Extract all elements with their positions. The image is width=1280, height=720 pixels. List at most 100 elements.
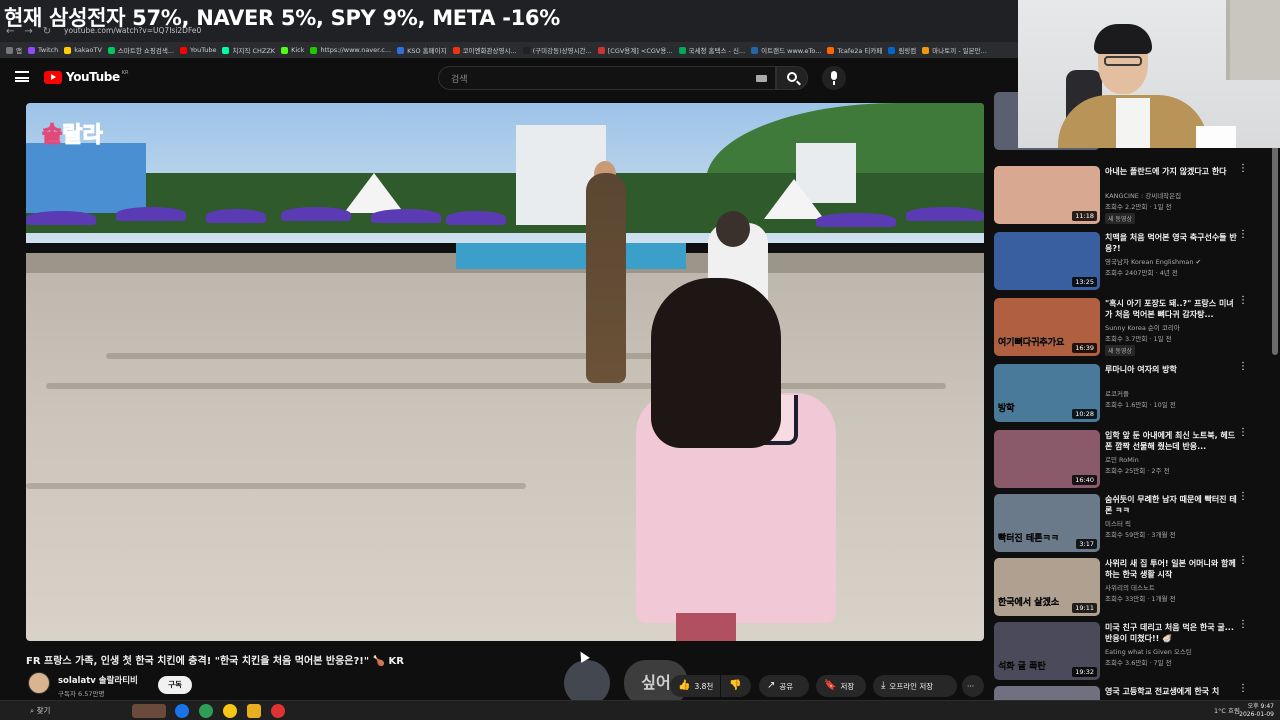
youtube-logo[interactable]: YouTube KR (44, 70, 128, 84)
forward-icon[interactable]: → (24, 26, 32, 37)
video-thumbnail[interactable]: 방학 10:28 (994, 364, 1100, 422)
cam-streamer (1104, 56, 1142, 66)
app-icon[interactable] (223, 704, 237, 718)
bookmark-item[interactable]: 코이엔화관상영시... (452, 45, 517, 55)
video-player[interactable]: 솔랄라 (26, 103, 984, 641)
recommended-channel[interactable]: KANGCINE : 강씨네작은집 (1105, 190, 1181, 200)
video-thumbnail[interactable]: 한국에서 살겠소 19:11 (994, 558, 1100, 616)
more-vert-icon[interactable]: ⋮ (1238, 428, 1248, 438)
bookmark-item[interactable]: 치지직 CHZZK (222, 45, 275, 55)
more-vert-icon[interactable]: ⋮ (1238, 230, 1248, 240)
more-vert-icon[interactable]: ⋮ (1238, 492, 1248, 502)
clock[interactable]: 오후 9:47 2026-01-09 (1239, 703, 1274, 719)
recommended-video[interactable]: 16:40 입학 앞 둔 아내에게 최신 노트북, 헤드폰 깜짝 선물해 줬는데 … (994, 428, 1264, 490)
taskbar-search[interactable]: ⌕ 찾기 (30, 705, 50, 716)
reload-icon[interactable]: ↻ (43, 26, 51, 37)
bookmark-item[interactable]: [CGV용계] <CGV용... (597, 45, 673, 55)
recommended-video[interactable]: 빡터진 테론ㅋㅋ 3:17 숨쉬듯이 무례한 남자 때문에 빡터진 테론 ㅋㅋ ⋮ 미스… (994, 492, 1264, 554)
recommended-channel[interactable]: 미스터 릭 (1105, 518, 1131, 528)
bookmark-item[interactable]: 이트랜드 www.eTo... (751, 45, 821, 55)
bookmark-item[interactable]: Twitch (27, 46, 58, 54)
recommended-title[interactable]: 영국 고등학교 전교생에게 한국 치 (1105, 686, 1239, 697)
bookmark-item[interactable]: Tcafe2a 티카페 (827, 45, 882, 55)
video-thumbnail[interactable]: 빡터진 테론ㅋㅋ 3:17 (994, 494, 1100, 552)
like-count: 3.8천 (694, 681, 714, 691)
recommended-video[interactable]: 13:25 치맥을 처음 먹어본 영국 축구선수들 반응?! ⋮ 영국남자 Korea… (994, 230, 1264, 292)
recommended-title[interactable]: 숨쉬듯이 무례한 남자 때문에 빡터진 테론 ㅋㅋ (1105, 494, 1239, 516)
bookmark-item[interactable]: 마나토끼 - 일본만... (922, 45, 987, 55)
keyboard-icon[interactable] (756, 75, 767, 82)
bookmark-item[interactable]: (구미강동)상영시간... (522, 45, 592, 55)
microphone-icon (831, 71, 837, 85)
channel-name[interactable]: solalatv 솔랄라티비 (58, 674, 138, 686)
more-actions-button[interactable]: ··· (962, 675, 984, 697)
recommended-title[interactable]: 루마니아 여자의 방학 (1105, 364, 1239, 375)
bookmark-item[interactable]: https://www.naver.c... (310, 46, 391, 54)
bookmark-item[interactable]: kakaoTV (64, 46, 102, 54)
bookmark-item[interactable]: 국세청 홈택스 - 신... (678, 45, 745, 55)
share-button[interactable]: ↗ 공유 (759, 675, 809, 697)
recommended-title[interactable]: 사위리 새 집 투어! 일본 어머니와 함께하는 한국 생활 시작 (1105, 558, 1239, 580)
thumbnail-caption: 여기뼈다귀추가요 (998, 338, 1065, 348)
recommended-channel[interactable]: 사위리의 데스노트 (1105, 582, 1155, 592)
menu-icon[interactable] (15, 71, 29, 82)
download-button[interactable]: ⤓ 오프라인 저장 (873, 675, 957, 697)
recommended-channel[interactable]: Sunny Korea 순이 코리아 (1105, 322, 1180, 332)
more-vert-icon[interactable]: ⋮ (1238, 684, 1248, 694)
recommended-video[interactable]: 방학 10:28 루마니아 여자의 방학 ⋮ 로코커플 조회수 1.6만회 · 10일 전 (994, 362, 1264, 424)
recommended-title[interactable]: "혹시 아기 포장도 돼..?" 프랑스 미녀가 처음 먹어본 뼈다귀 감자탕.… (1105, 298, 1239, 320)
more-vert-icon[interactable]: ⋮ (1238, 164, 1248, 174)
bookmark-item[interactable]: KSO 홈페이지 (397, 45, 447, 55)
recommended-channel[interactable]: Eating what is Given 오스틴 (1105, 646, 1192, 656)
more-vert-icon[interactable]: ⋮ (1238, 296, 1248, 306)
video-thumbnail[interactable]: 여기뼈다귀추가요 16:39 (994, 298, 1100, 356)
bookmark-item[interactable]: YouTube (180, 46, 216, 54)
video-thumbnail[interactable]: 13:25 (994, 232, 1100, 290)
video-duration: 19:11 (1072, 603, 1097, 613)
recommended-title[interactable]: 입학 앞 둔 아내에게 최신 노트북, 헤드폰 깜짝 선물해 줬는데 반응... (1105, 430, 1239, 452)
search-button[interactable] (776, 66, 808, 90)
recommended-video[interactable]: 11:18 아내는 폴란드에 가지 않겠다고 한다 ⋮ KANGCINE : 강씨네작… (994, 164, 1264, 226)
bookmark-item[interactable]: Kick (281, 46, 304, 54)
recommended-video[interactable]: 한국에서 살겠소 19:11 사위리 새 집 투어! 일본 어머니와 함께하는 한국… (994, 556, 1264, 618)
recommended-channel[interactable]: 로민 RoMin (1105, 454, 1139, 464)
dislike-button[interactable]: 👎 (721, 675, 751, 697)
folder-icon[interactable] (247, 704, 261, 718)
like-button[interactable]: 👍 3.8천 (670, 675, 720, 697)
recommended-title[interactable]: 치맥을 처음 먹어본 영국 축구선수들 반응?! (1105, 232, 1239, 254)
channel-avatar[interactable] (28, 672, 50, 694)
recommended-channel[interactable]: 로코커플 (1105, 388, 1129, 398)
bookmark-item[interactable]: 앱 (6, 45, 22, 55)
obs-icon[interactable] (271, 704, 285, 718)
search-input[interactable]: 검색 (438, 66, 776, 90)
back-icon[interactable]: ← (6, 26, 14, 37)
scene-tent (764, 179, 824, 219)
search-icon: ⌕ (30, 706, 35, 715)
bookmark-favicon-icon (222, 46, 230, 54)
chrome-icon[interactable] (199, 704, 213, 718)
recommended-channel[interactable]: 영국남자 Korean Englishman ✔ (1105, 256, 1201, 266)
recommended-title[interactable]: 미국 친구 데리고 처음 먹은 한국 굴... 반응이 미쳤다!! 🦪 (1105, 622, 1239, 644)
recommended-meta: 조회수 33만회 · 1개월 전 (1105, 595, 1176, 603)
video-thumbnail[interactable]: 석화 굴 폭탄 19:32 (994, 622, 1100, 680)
taskbar-widget[interactable] (132, 704, 166, 718)
recommended-video[interactable]: 석화 굴 폭탄 19:32 미국 친구 데리고 처음 먹은 한국 굴... 반응이 … (994, 620, 1264, 682)
voice-search-button[interactable] (822, 66, 846, 90)
more-vert-icon[interactable]: ⋮ (1238, 362, 1248, 372)
more-vert-icon[interactable]: ⋮ (1238, 620, 1248, 630)
video-thumbnail[interactable]: 16:40 (994, 430, 1100, 488)
recommended-video[interactable]: 여기뼈다귀추가요 16:39 "혹시 아기 포장도 돼..?" 프랑스 미녀가 처음… (994, 296, 1264, 358)
bookmark-label: 코이엔화관상영시... (462, 47, 517, 55)
bookmark-label: https://www.naver.c... (320, 46, 392, 54)
video-thumbnail[interactable]: 11:18 (994, 166, 1100, 224)
bookmark-item[interactable]: 림링컴 (888, 45, 916, 55)
bookmark-item[interactable]: 스마트한 쇼핑검색... (107, 45, 174, 55)
recommended-title[interactable]: 아내는 폴란드에 가지 않겠다고 한다 (1105, 166, 1239, 177)
more-vert-icon[interactable]: ⋮ (1238, 556, 1248, 566)
browser-nav-buttons: ← → ↻ (6, 26, 51, 37)
address-bar[interactable]: youtube.com/watch?v=UQ7Isi2DFe0 (64, 24, 624, 38)
edge-icon[interactable] (175, 704, 189, 718)
save-button[interactable]: 🔖 저장 (816, 675, 866, 697)
subscribe-button[interactable]: 구독 (158, 676, 192, 694)
weather-status[interactable]: 1°C 흐림 (1214, 705, 1240, 715)
